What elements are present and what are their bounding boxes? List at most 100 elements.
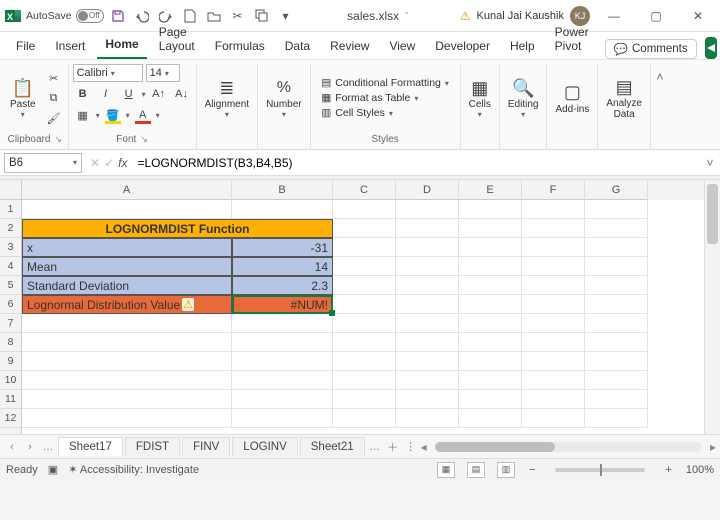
sheet-tab-1[interactable]: FDIST [125,437,180,456]
autosave-toggle[interactable]: AutoSave Off [26,9,104,23]
font-size-select[interactable]: 14▾ [146,64,180,82]
row-headers[interactable]: 123456789101112 [0,200,22,434]
cell-D12[interactable] [396,409,459,428]
cell-C9[interactable] [333,352,396,371]
cell-G4[interactable] [585,257,648,276]
analyze-data-button[interactable]: ▤AnalyzeData [602,74,646,122]
cell-C1[interactable] [333,200,396,219]
zoom-slider[interactable] [555,468,645,472]
cell-C10[interactable] [333,371,396,390]
cancel-formula-icon[interactable]: ✕ [90,156,100,170]
col-header-F[interactable]: F [522,180,585,200]
italic-button[interactable]: I [96,85,116,103]
sheet-nav-prev[interactable]: ‹ [4,441,20,453]
cell-E4[interactable] [459,257,522,276]
cell-F8[interactable] [522,333,585,352]
cell-A1[interactable] [22,200,232,219]
cell-F4[interactable] [522,257,585,276]
cell-D11[interactable] [396,390,459,409]
cell-G11[interactable] [585,390,648,409]
sheet-nav-more[interactable]: … [40,441,56,453]
cell-A12[interactable] [22,409,232,428]
cell-C12[interactable] [333,409,396,428]
cell-A2[interactable]: LOGNORMDIST Function [22,219,333,238]
cell-G12[interactable] [585,409,648,428]
cell-E9[interactable] [459,352,522,371]
cell-A3[interactable]: x [22,238,232,257]
row-header-5[interactable]: 5 [0,276,21,295]
ribbon-collapse-button[interactable]: ˄ [651,64,669,149]
row-header-1[interactable]: 1 [0,200,21,219]
menu-page-layout[interactable]: Page Layout [151,21,203,59]
open-icon[interactable] [204,6,224,26]
user-name[interactable]: Kunal Jai Kaushik [477,10,564,22]
cell-A5[interactable]: Standard Deviation [22,276,232,295]
cell-B4[interactable]: 14 [232,257,333,276]
minimize-button[interactable]: — [596,2,632,30]
cut-button[interactable]: ✂ [44,69,64,87]
paste-button[interactable]: 📋 Paste ▾ [6,75,40,121]
warning-icon[interactable]: ⚠ [460,9,471,23]
cell-D10[interactable] [396,371,459,390]
cell-G10[interactable] [585,371,648,390]
font-color-button[interactable]: A [133,106,153,124]
col-header-C[interactable]: C [333,180,396,200]
macro-record-icon[interactable]: ▣ [48,463,58,476]
cell-A11[interactable] [22,390,232,409]
error-warning-icon[interactable]: ⚠ [182,298,194,311]
cell-E1[interactable] [459,200,522,219]
cell-E8[interactable] [459,333,522,352]
qat-more-icon[interactable]: ▾ [276,6,296,26]
addins-button[interactable]: ▢Add-ins [551,80,593,117]
normal-view-button[interactable]: ▦ [437,462,455,478]
underline-button[interactable]: U [119,85,139,103]
row-header-12[interactable]: 12 [0,409,21,428]
number-button[interactable]: %Number▾ [262,75,306,121]
cell-B6[interactable]: #NUM! [232,295,333,314]
alignment-button[interactable]: ≣Alignment▾ [201,75,253,121]
menu-developer[interactable]: Developer [427,35,498,59]
comments-button[interactable]: 💬 Comments [605,39,697,59]
editing-button[interactable]: 🔍Editing▾ [504,75,543,121]
page-layout-view-button[interactable]: ▤ [467,462,485,478]
name-box[interactable]: B6▾ [4,153,82,173]
cell-B9[interactable] [232,352,333,371]
cell-C6[interactable] [333,295,396,314]
cell-F2[interactable] [522,219,585,238]
sheet-nav-next[interactable]: › [22,441,38,453]
cell-G3[interactable] [585,238,648,257]
row-header-10[interactable]: 10 [0,371,21,390]
cut-icon[interactable]: ✂ [228,6,248,26]
zoom-in-button[interactable]: + [661,464,675,476]
copy-button[interactable]: ⧉ [44,89,64,107]
menu-insert[interactable]: Insert [47,35,93,59]
col-header-B[interactable]: B [232,180,333,200]
grow-font-button[interactable]: A↑ [149,85,169,103]
cell-A9[interactable] [22,352,232,371]
row-header-11[interactable]: 11 [0,390,21,409]
worksheet-grid[interactable]: ABCDEFG 123456789101112 LOGNORMDIST Func… [0,180,720,434]
fx-icon[interactable]: fx [118,156,127,170]
formula-bar-expand-icon[interactable]: ˅ [700,156,720,170]
fill-color-button[interactable]: 🪣 [103,106,123,124]
cell-F9[interactable] [522,352,585,371]
row-header-6[interactable]: 6 [0,295,21,314]
col-header-G[interactable]: G [585,180,648,200]
cell-D9[interactable] [396,352,459,371]
cell-E5[interactable] [459,276,522,295]
cell-A8[interactable] [22,333,232,352]
borders-button[interactable]: ▦ [73,106,93,124]
menu-home[interactable]: Home [97,33,146,59]
cell-G1[interactable] [585,200,648,219]
row-header-3[interactable]: 3 [0,238,21,257]
cell-B5[interactable]: 2.3 [232,276,333,295]
cell-F7[interactable] [522,314,585,333]
menu-formulas[interactable]: Formulas [207,35,273,59]
cell-D6[interactable] [396,295,459,314]
cell-B3[interactable]: -31 [232,238,333,257]
cell-D7[interactable] [396,314,459,333]
row-header-2[interactable]: 2 [0,219,21,238]
accessibility-status[interactable]: ✶ Accessibility: Investigate [68,463,199,476]
cell-B12[interactable] [232,409,333,428]
cell-D3[interactable] [396,238,459,257]
